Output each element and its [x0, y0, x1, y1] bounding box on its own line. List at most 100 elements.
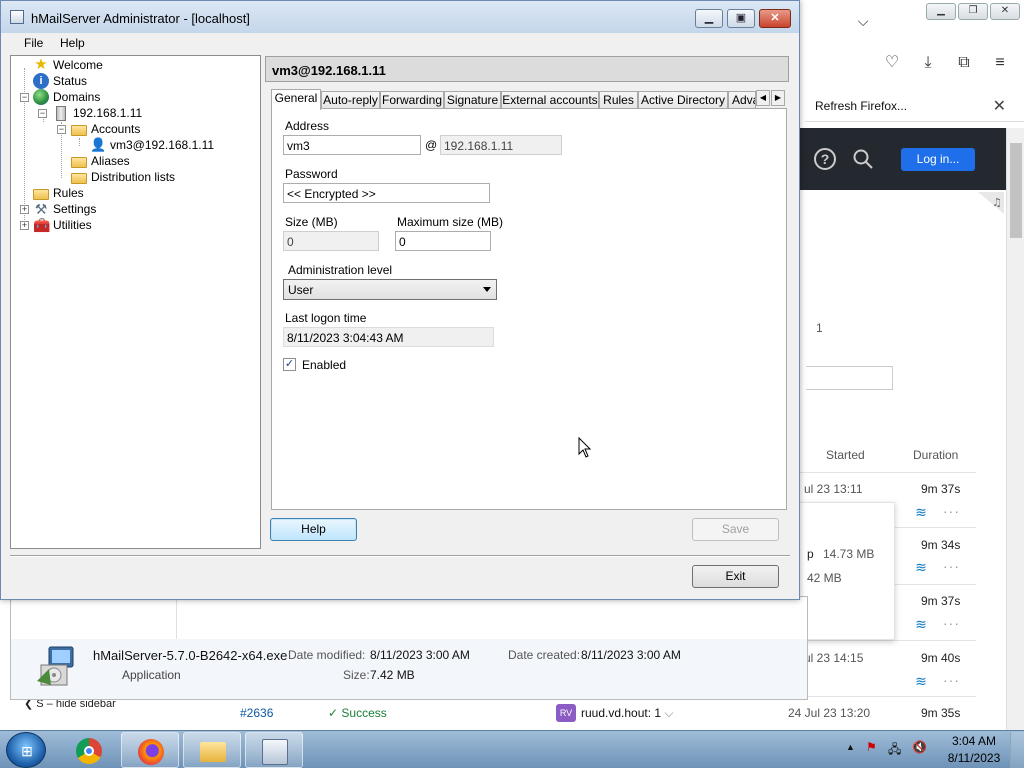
title-bar[interactable]: hMailServer Administrator - [localhost] … — [1, 1, 799, 33]
duration-cell: 9m 35s — [921, 706, 961, 720]
address-field[interactable]: vm3 — [283, 135, 421, 155]
taskbar-chrome[interactable] — [60, 732, 118, 768]
search-icon[interactable] — [852, 148, 874, 170]
expand-icon[interactable]: + — [20, 205, 29, 214]
enabled-checkbox[interactable]: ✓ — [283, 358, 296, 371]
minimize-icon[interactable]: ▁ — [926, 3, 956, 20]
pocket-icon[interactable]: ♡ — [881, 52, 903, 74]
artifacts-icon[interactable]: ≋ — [913, 616, 929, 632]
tree-item-utilities[interactable]: 🧰 Utilities — [33, 217, 92, 233]
notification-tab[interactable]: Refresh Firefox... ✕ — [805, 90, 1024, 122]
restore-icon[interactable]: ❐ — [958, 3, 988, 20]
tree-item-domain[interactable]: 192.168.1.11 — [53, 105, 142, 121]
tree-item-domains[interactable]: Domains — [33, 89, 100, 105]
minimize-button[interactable]: ▁ — [695, 9, 723, 28]
collapse-icon[interactable]: − — [20, 93, 29, 102]
exit-button[interactable]: Exit — [692, 565, 779, 588]
tab-forwarding[interactable]: Forwarding — [380, 91, 444, 109]
duration-cell: 9m 37s — [921, 482, 961, 496]
folder-icon — [200, 742, 226, 762]
password-field[interactable]: << Encrypted >> — [283, 183, 490, 203]
extensions-icon[interactable]: ⧉ — [953, 52, 975, 74]
page-scrollbar[interactable] — [1006, 128, 1024, 730]
table-row[interactable]: ul 23 14:15 9m 40s ≋ ··· — [800, 641, 976, 697]
download-icon[interactable]: ⤓ — [917, 52, 939, 74]
menu-file[interactable]: File — [24, 36, 43, 50]
taskbar-firefox[interactable] — [121, 732, 179, 768]
tab-auto-reply[interactable]: Auto-reply — [321, 91, 380, 109]
taskbar-explorer[interactable] — [183, 732, 241, 768]
tree-item-label: Welcome — [53, 58, 103, 72]
tab-external-accounts[interactable]: External accounts — [501, 91, 599, 109]
more-icon[interactable]: ··· — [943, 558, 960, 574]
address-label: Address — [285, 119, 330, 133]
tools-icon: ⚒ — [34, 201, 48, 217]
navigation-tree: ★ Welcome i Status − Domains − 192.168.1… — [10, 55, 261, 549]
chrome-icon-center — [84, 746, 94, 756]
tab-scroll-right-icon[interactable]: ▶ — [771, 90, 785, 106]
action-center-icon[interactable]: ⚑ — [866, 740, 877, 754]
tree-item-accounts[interactable]: Accounts — [71, 121, 140, 137]
started-cell: ul 23 14:15 — [804, 651, 864, 665]
tab-advanced[interactable]: Adva — [728, 91, 756, 109]
login-button[interactable]: Log in... — [901, 148, 975, 171]
start-button[interactable]: ⊞ — [6, 732, 46, 768]
close-icon[interactable]: ✕ — [990, 3, 1020, 20]
pane-divider — [176, 597, 177, 639]
artifacts-icon[interactable]: ≋ — [913, 559, 929, 575]
tree-item-welcome[interactable]: ★ Welcome — [33, 57, 103, 73]
tab-rules[interactable]: Rules — [599, 91, 638, 109]
close-icon[interactable]: ✕ — [993, 96, 1006, 116]
menu-icon[interactable]: ≡ — [989, 52, 1011, 74]
tab-scroll-left-icon[interactable]: ◀ — [756, 90, 770, 106]
tree-item-aliases[interactable]: Aliases — [71, 153, 130, 169]
more-icon[interactable]: ··· — [943, 672, 960, 688]
tab-signature[interactable]: Signature — [444, 91, 501, 109]
menu-help[interactable]: Help — [60, 36, 85, 50]
collapse-icon[interactable]: − — [57, 125, 66, 134]
expand-icon[interactable]: + — [20, 221, 29, 230]
app-icon — [10, 10, 24, 24]
help-button[interactable]: Help — [270, 518, 357, 541]
maximize-button[interactable]: ▣ — [727, 9, 755, 28]
tree-item-account[interactable]: 👤 vm3@192.168.1.11 — [90, 137, 214, 153]
admin-level-select[interactable]: User — [283, 279, 497, 300]
notification-text: Refresh Firefox... — [815, 99, 908, 113]
artifacts-icon[interactable]: ≋ — [913, 673, 929, 689]
tree-item-distribution-lists[interactable]: Distribution lists — [71, 169, 175, 185]
corner-fold-icon: ♫ — [978, 192, 1004, 214]
tab-general[interactable]: General — [271, 89, 321, 110]
tree-item-settings[interactable]: ⚒ Settings — [33, 201, 97, 217]
tree-item-rules[interactable]: Rules — [33, 185, 84, 201]
more-icon[interactable]: ··· — [943, 615, 960, 631]
save-button[interactable]: Save — [692, 518, 779, 541]
clock-date[interactable]: 8/11/2023 — [945, 751, 1003, 765]
help-icon[interactable]: ? — [814, 148, 836, 170]
tree-item-status[interactable]: i Status — [33, 73, 87, 89]
run-number-link[interactable]: #2636 — [240, 706, 273, 720]
installer-icon — [37, 646, 74, 686]
max-size-field[interactable]: 0 — [395, 231, 491, 251]
actor-text: ruud.vd.hout: 1 — [581, 706, 662, 720]
collapse-icon[interactable]: − — [38, 109, 47, 118]
close-button[interactable]: ✕ — [759, 9, 791, 28]
show-desktop-button[interactable] — [1010, 732, 1024, 768]
clock-time[interactable]: 3:04 AM — [949, 734, 999, 748]
more-icon[interactable]: ··· — [943, 503, 960, 519]
chevron-down-icon[interactable]: ⌵ — [852, 10, 874, 32]
volume-muted-icon[interactable]: 🔇 — [912, 740, 927, 754]
utilities-icon: 🧰 — [33, 217, 51, 233]
check-icon: ✓ — [328, 706, 342, 720]
scrollbar-thumb[interactable] — [1010, 143, 1022, 238]
size-value: 7.42 MB — [370, 668, 415, 682]
hmailserver-window: hMailServer Administrator - [localhost] … — [0, 0, 800, 600]
tab-active-directory[interactable]: Active Directory — [638, 91, 728, 109]
filter-input[interactable] — [806, 366, 893, 390]
tree-item-label: vm3@192.168.1.11 — [110, 138, 215, 152]
page-number[interactable]: 1 — [816, 321, 823, 335]
tray-expand-icon[interactable]: ▲ — [846, 742, 855, 752]
taskbar-hmailserver[interactable] — [245, 732, 303, 768]
artifacts-icon[interactable]: ≋ — [913, 504, 929, 520]
network-icon[interactable]: 🖧 — [888, 740, 901, 761]
actor-link[interactable]: ruud.vd.hout: 1 ⌵ — [581, 706, 674, 721]
